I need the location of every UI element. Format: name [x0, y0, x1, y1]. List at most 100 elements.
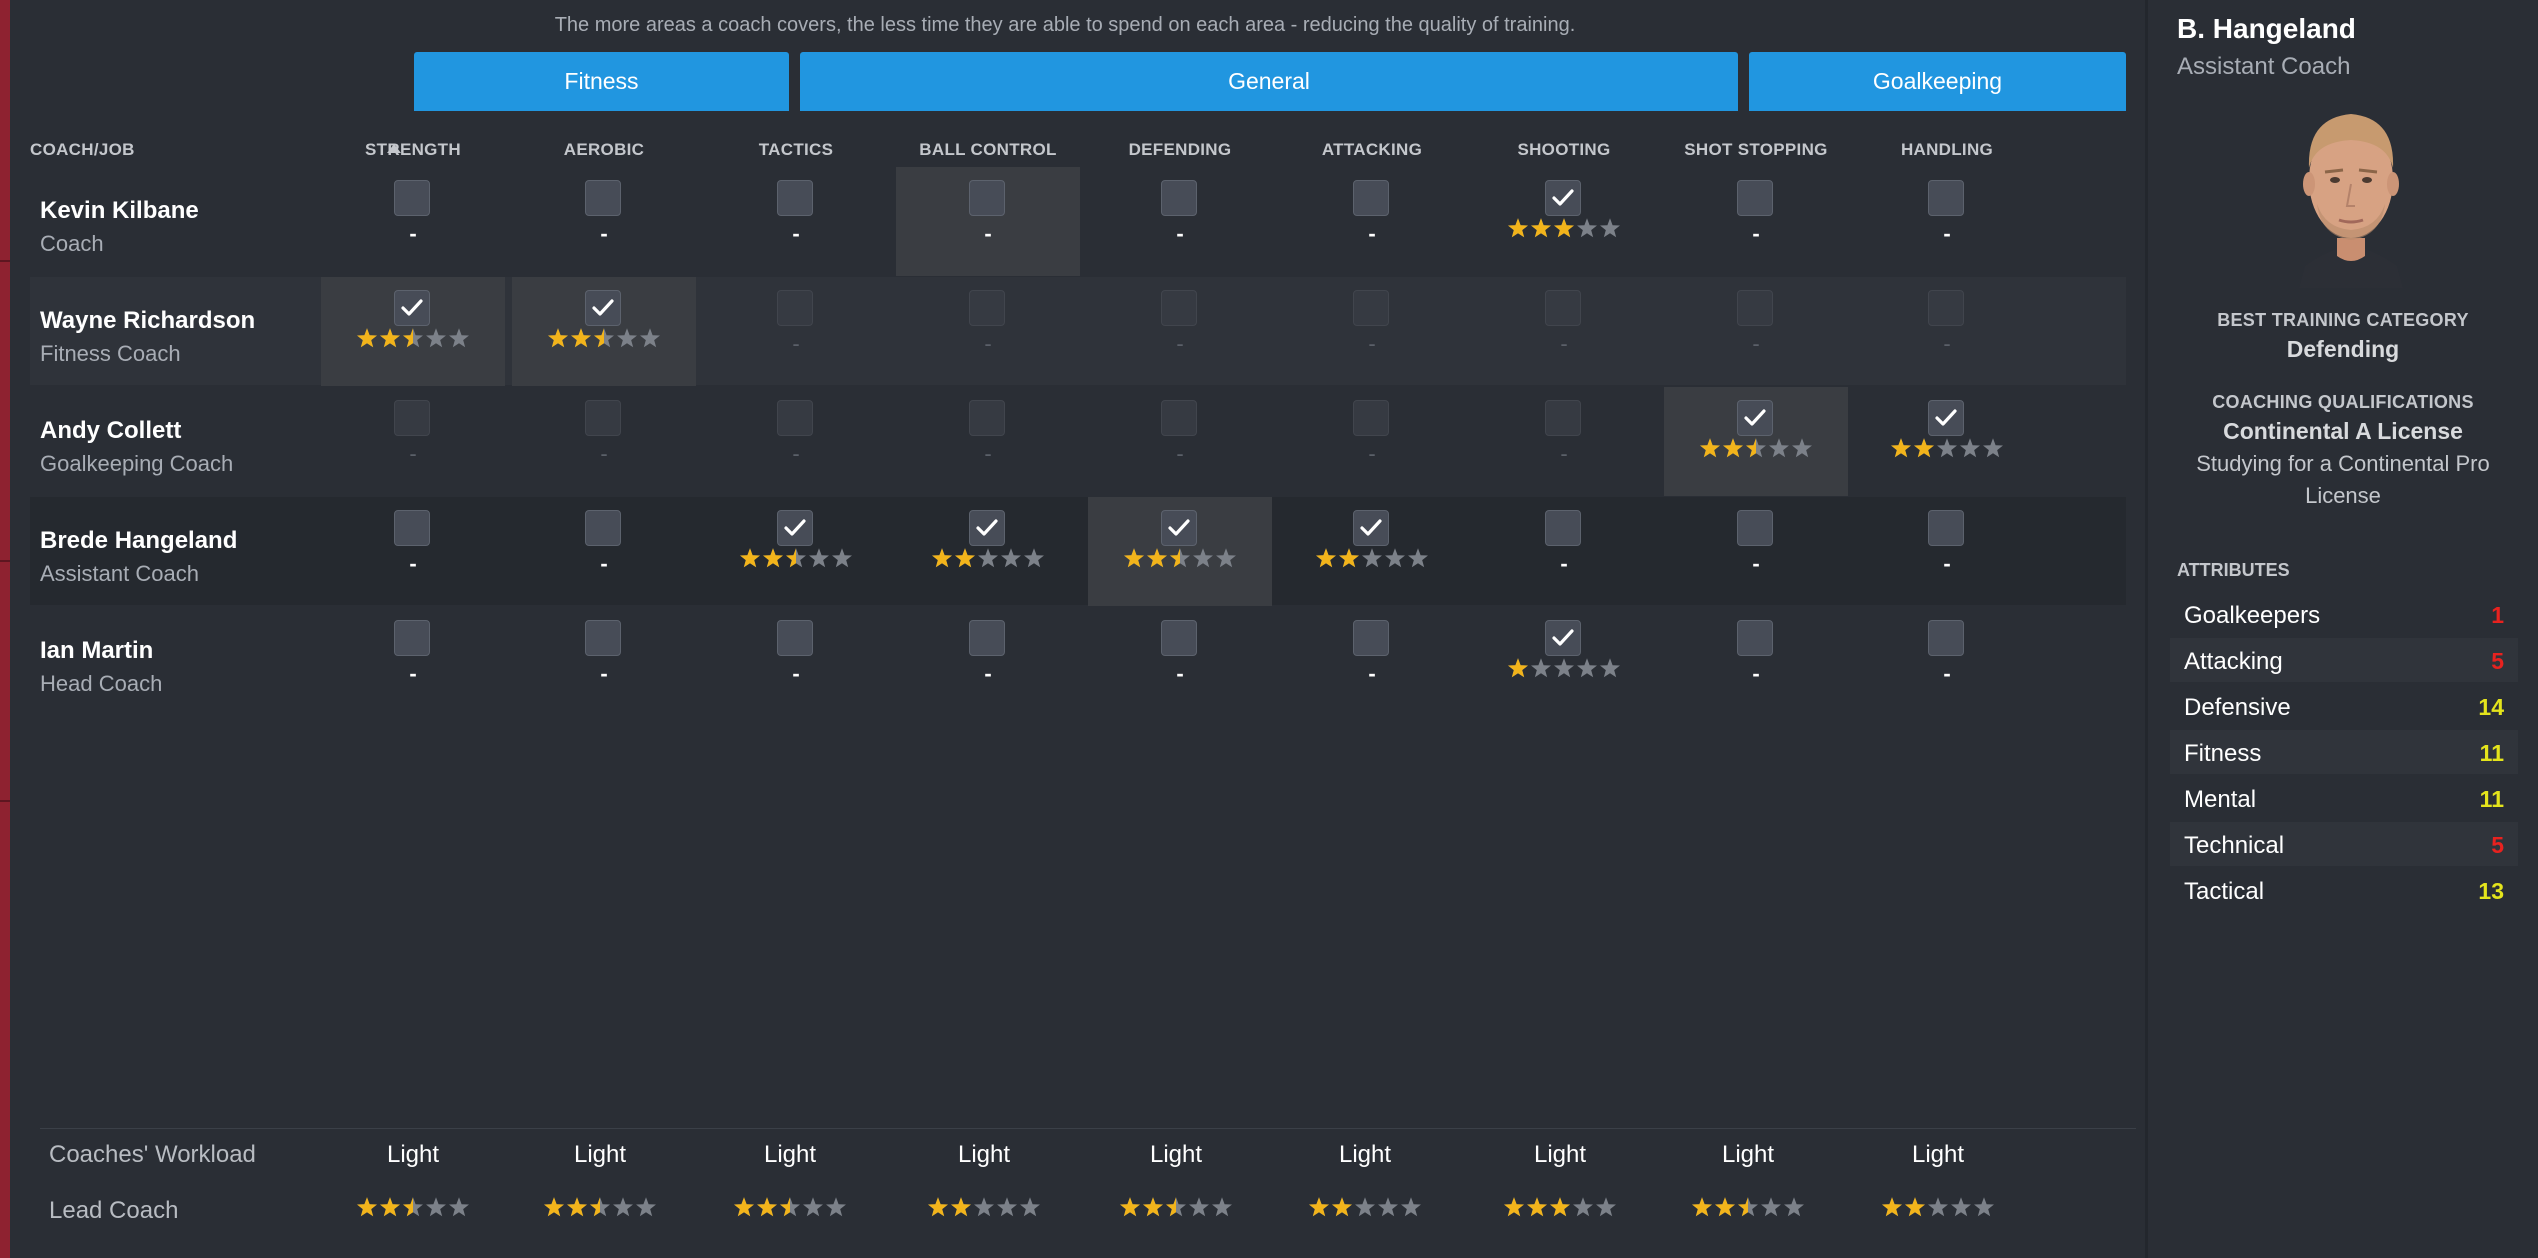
training-cell: - — [1660, 607, 1852, 715]
workload-value: Light — [1149, 1141, 1203, 1168]
attribute-value: 11 — [2479, 740, 2504, 766]
training-cell: - — [508, 387, 700, 495]
star-full-icon — [1309, 1197, 1329, 1217]
column-header-shot-stopping[interactable]: SHOT STOPPING — [1660, 140, 1852, 160]
no-rating-dash: - — [1943, 661, 1951, 686]
no-rating-dash: - — [600, 551, 608, 576]
no-rating-dash: - — [1943, 221, 1951, 246]
training-checkbox[interactable] — [1353, 180, 1389, 216]
training-cell: - — [1851, 167, 2043, 275]
training-checkbox[interactable] — [585, 510, 621, 546]
training-checkbox[interactable] — [585, 620, 621, 656]
star-full-icon — [1508, 218, 1528, 238]
column-header-attacking[interactable]: ATTACKING — [1276, 140, 1468, 160]
star-half-icon — [590, 1197, 610, 1217]
star-empty-icon — [1362, 548, 1382, 568]
no-rating-dash: - — [1176, 661, 1184, 686]
training-checkbox[interactable] — [777, 180, 813, 216]
training-checkbox — [1545, 400, 1581, 436]
column-header-ball-control[interactable]: BALL CONTROL — [892, 140, 1084, 160]
training-checkbox[interactable] — [1161, 180, 1197, 216]
star-empty-icon — [1761, 1197, 1781, 1217]
training-checkbox[interactable] — [394, 180, 430, 216]
column-header-shooting[interactable]: SHOOTING — [1468, 140, 1660, 160]
profile-name[interactable]: B. Hangeland — [2177, 13, 2356, 45]
star-half-icon — [403, 328, 423, 348]
training-cell — [1468, 167, 1660, 275]
training-cell: - — [1660, 277, 1852, 385]
star-full-icon — [548, 328, 568, 348]
no-rating-dash: - — [1368, 331, 1376, 356]
group-header-general: General — [800, 52, 1738, 111]
training-checkbox-checked[interactable] — [969, 510, 1005, 546]
training-cell: - — [1276, 167, 1468, 275]
training-checkbox — [969, 400, 1005, 436]
training-checkbox[interactable] — [1928, 510, 1964, 546]
column-header-coach-job[interactable]: COACH/JOB — [30, 140, 135, 160]
coach-name[interactable]: Ian Martin — [40, 637, 153, 665]
star-half-icon — [1738, 1197, 1758, 1217]
coach-name[interactable]: Brede Hangeland — [40, 527, 237, 555]
coach-rating-stars — [1851, 437, 2043, 459]
star-empty-icon — [1024, 548, 1044, 568]
lead-coach-stars — [1842, 1196, 2034, 1218]
star-empty-icon — [1212, 1197, 1232, 1217]
star-empty-icon — [1193, 548, 1213, 568]
coach-name[interactable]: Kevin Kilbane — [40, 197, 199, 225]
attribute-name: Mental — [2184, 786, 2257, 813]
training-checkbox[interactable] — [969, 620, 1005, 656]
star-full-icon — [928, 1197, 948, 1217]
training-checkbox-checked[interactable] — [1545, 180, 1581, 216]
no-rating-dash: - — [600, 661, 608, 686]
training-checkbox[interactable] — [1928, 620, 1964, 656]
training-checkbox-checked[interactable] — [1353, 510, 1389, 546]
no-rating-dash: - — [792, 441, 800, 466]
training-checkbox[interactable] — [777, 620, 813, 656]
training-checkbox — [585, 400, 621, 436]
training-checkbox[interactable] — [394, 620, 430, 656]
training-checkbox-checked[interactable] — [1161, 510, 1197, 546]
star-full-icon — [571, 328, 591, 348]
star-empty-icon — [832, 548, 852, 568]
coach-name[interactable]: Andy Collett — [40, 417, 181, 445]
training-checkbox[interactable] — [1161, 620, 1197, 656]
training-checkbox-checked[interactable] — [1545, 620, 1581, 656]
star-full-icon — [1124, 548, 1144, 568]
coach-rating-stars — [892, 547, 1084, 569]
attribute-name: Tactical — [2184, 878, 2265, 905]
training-checkbox-checked[interactable] — [777, 510, 813, 546]
column-header-strength[interactable]: STRENGTH — [317, 140, 509, 160]
no-rating-dash: - — [1368, 441, 1376, 466]
star-empty-icon — [1020, 1197, 1040, 1217]
training-cell: - — [700, 607, 892, 715]
training-checkbox-checked[interactable] — [1737, 400, 1773, 436]
training-checkbox-checked[interactable] — [1928, 400, 1964, 436]
training-checkbox-checked[interactable] — [585, 290, 621, 326]
star-empty-icon — [1189, 1197, 1209, 1217]
star-full-icon — [1905, 1197, 1925, 1217]
training-checkbox[interactable] — [1737, 510, 1773, 546]
column-header-handling[interactable]: HANDLING — [1851, 140, 2043, 160]
training-checkbox[interactable] — [969, 180, 1005, 216]
group-header-fitness: Fitness — [414, 52, 789, 111]
training-checkbox[interactable] — [1737, 620, 1773, 656]
star-full-icon — [757, 1197, 777, 1217]
no-rating-dash: - — [1752, 221, 1760, 246]
training-checkbox[interactable] — [1545, 510, 1581, 546]
training-cell: - — [317, 497, 509, 605]
star-full-icon — [1692, 1197, 1712, 1217]
column-header-defending[interactable]: DEFENDING — [1084, 140, 1276, 160]
training-checkbox[interactable] — [394, 510, 430, 546]
training-checkbox-checked[interactable] — [394, 290, 430, 326]
training-checkbox[interactable] — [1928, 180, 1964, 216]
star-empty-icon — [1951, 1197, 1971, 1217]
star-empty-icon — [640, 328, 660, 348]
training-checkbox[interactable] — [1737, 180, 1773, 216]
training-checkbox[interactable] — [585, 180, 621, 216]
coach-name[interactable]: Wayne Richardson — [40, 307, 255, 335]
attribute-name: Fitness — [2184, 740, 2262, 767]
column-header-tactics[interactable]: TACTICS — [700, 140, 892, 160]
training-checkbox[interactable] — [1353, 620, 1389, 656]
column-header-aerobic[interactable]: AEROBIC — [508, 140, 700, 160]
star-full-icon — [544, 1197, 564, 1217]
